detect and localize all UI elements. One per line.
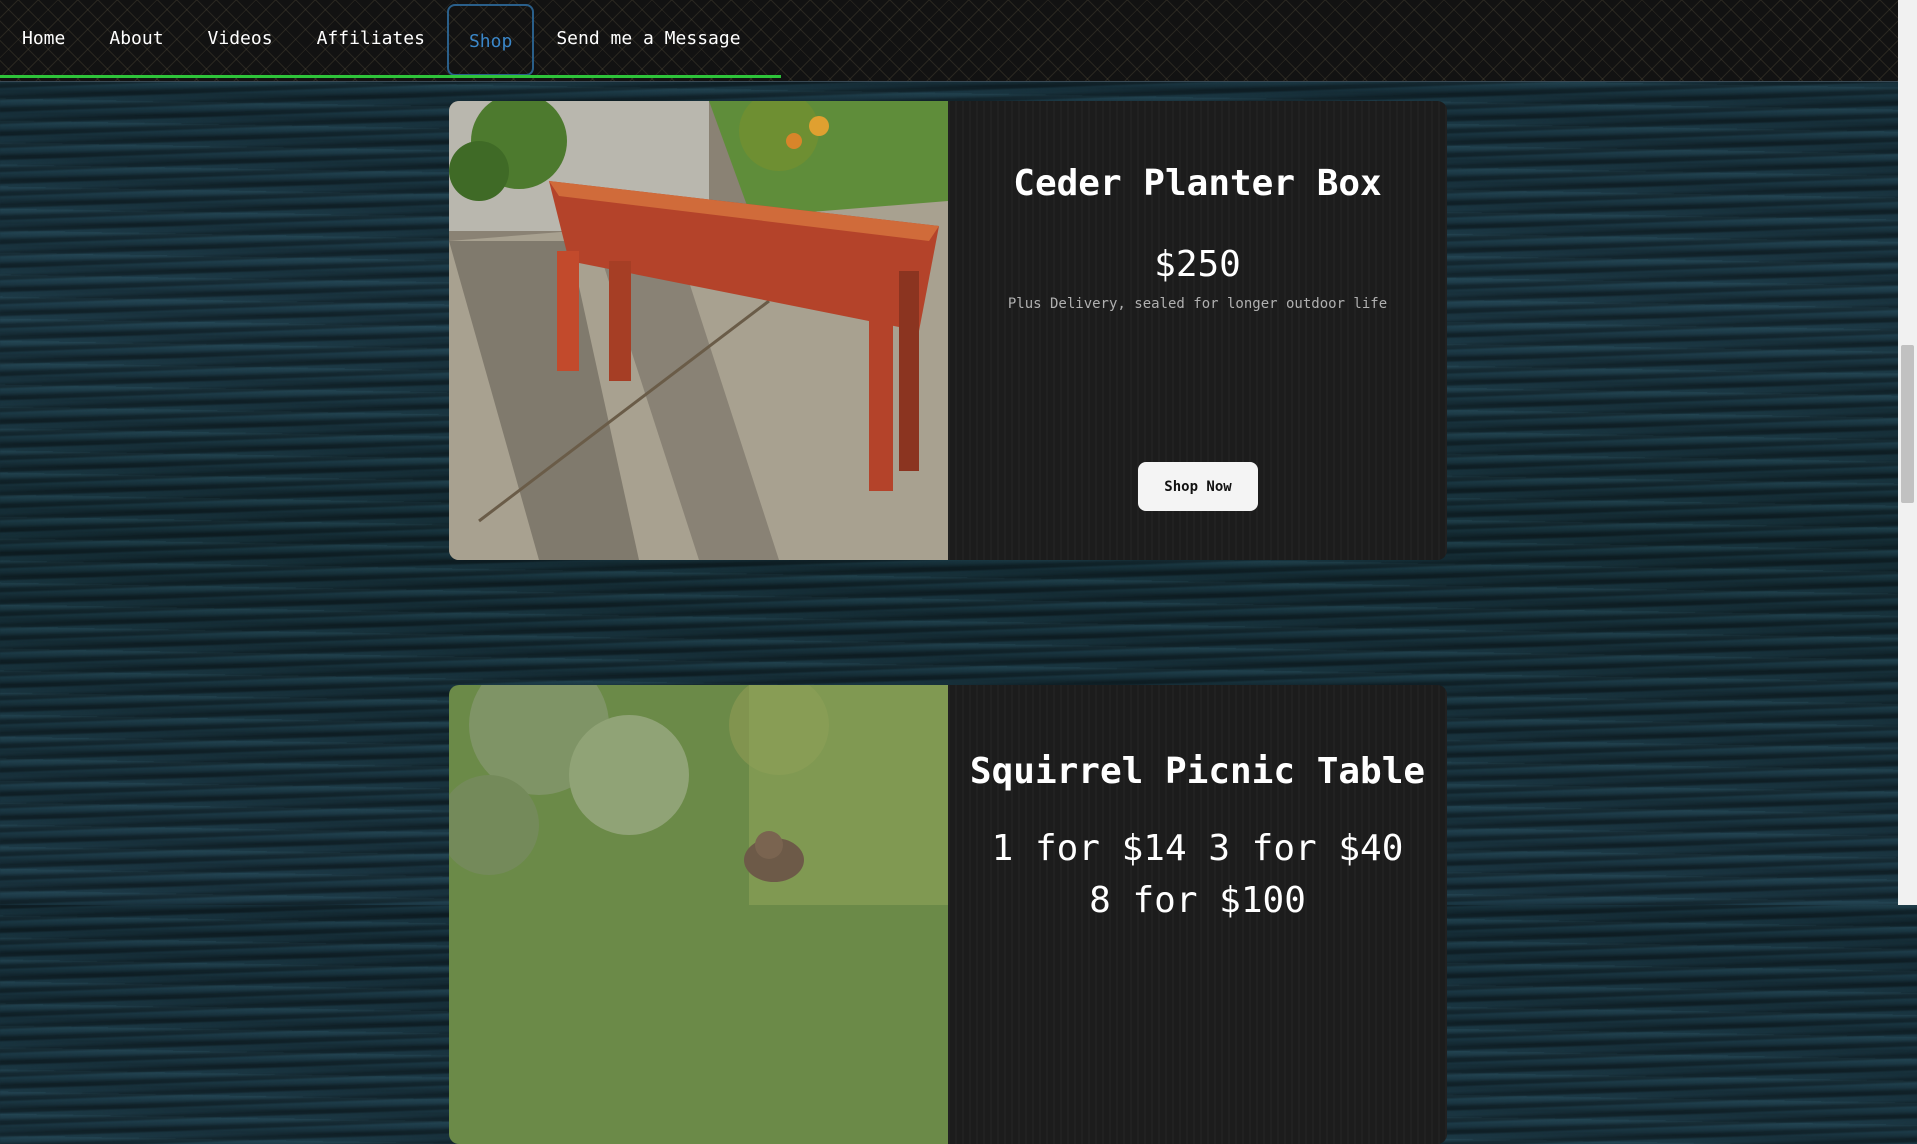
- top-navbar: Home About Videos Affiliates Shop Send m…: [0, 0, 1898, 82]
- squirrel-photo: [449, 685, 948, 1144]
- shop-now-button[interactable]: Shop Now: [1138, 462, 1258, 511]
- nav-about[interactable]: About: [87, 3, 185, 75]
- product-title: Ceder Planter Box: [1013, 163, 1382, 204]
- scrollbar-thumb[interactable]: [1901, 345, 1914, 503]
- nav-videos[interactable]: Videos: [186, 3, 295, 75]
- nav-shop[interactable]: Shop: [446, 3, 535, 76]
- product-info-planter: Ceder Planter Box $250 Plus Delivery, se…: [948, 101, 1447, 560]
- page-scrollbar[interactable]: [1898, 0, 1917, 905]
- product-info-squirrel-table: Squirrel Picnic Table 1 for $14 3 for $4…: [948, 685, 1447, 1144]
- product-note: Plus Delivery, sealed for longer outdoor…: [1007, 296, 1388, 312]
- nav-home[interactable]: Home: [0, 3, 87, 75]
- nav-affiliates[interactable]: Affiliates: [295, 3, 447, 75]
- cedar-planter-box-photo: [449, 101, 948, 560]
- nav-active-underline: [0, 75, 781, 78]
- nav-menu: Home About Videos Affiliates Shop Send m…: [0, 0, 763, 77]
- product-price: 1 for $14 3 for $40 8 for $100: [991, 828, 1404, 921]
- product-price: $250: [1154, 244, 1241, 285]
- nav-send-message[interactable]: Send me a Message: [534, 3, 762, 75]
- product-title: Squirrel Picnic Table: [969, 751, 1426, 792]
- product-card-squirrel-table: Squirrel Picnic Table 1 for $14 3 for $4…: [449, 685, 1447, 1144]
- product-card-planter: Ceder Planter Box $250 Plus Delivery, se…: [449, 101, 1447, 560]
